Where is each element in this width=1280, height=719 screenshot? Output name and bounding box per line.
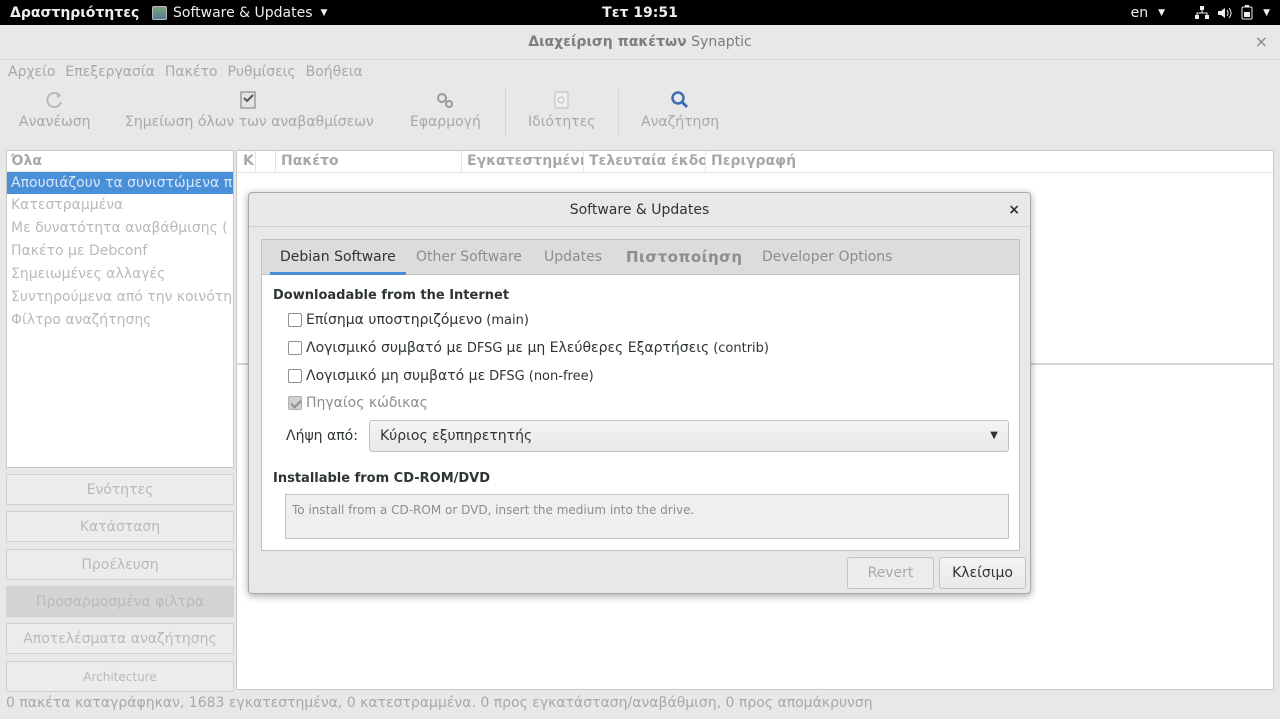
- main-checkbox[interactable]: Επίσημα υποστηριζόμενο (main): [288, 312, 529, 328]
- tab-developer-options[interactable]: Developer Options: [762, 240, 892, 275]
- chevron-down-icon: ▼: [990, 430, 998, 441]
- download-from-label: Λήψη από:: [286, 428, 358, 444]
- close-icon[interactable]: ×: [1255, 25, 1268, 59]
- app-menu[interactable]: Software & Updates ▼: [152, 5, 327, 21]
- system-tray[interactable]: en ▼ ▼: [1131, 0, 1270, 25]
- properties-icon: [554, 91, 569, 109]
- cdrom-hint: To install from a CD-ROM or DVD, insert …: [292, 503, 695, 517]
- origin-button[interactable]: Προέλευση: [6, 549, 234, 580]
- status-bar: 0 πακέτα καταγράφηκαν, 1683 εγκατεστημέν…: [6, 695, 873, 711]
- reload-button[interactable]: Ανανέωση: [19, 90, 90, 130]
- window-title: Διαχείριση πακέτων: [528, 34, 687, 50]
- volume-icon: [1218, 7, 1232, 18]
- filter-item[interactable]: Φίλτρο αναζήτησης: [7, 309, 233, 332]
- tab-bar: Debian Software Other Software Updates Π…: [262, 240, 1019, 275]
- menu-settings[interactable]: Ρυθμίσεις: [227, 64, 295, 80]
- downloadable-header: Downloadable from the Internet: [273, 288, 510, 303]
- download-server-select[interactable]: Κύριος εξυπηρετητής ▼: [369, 420, 1009, 452]
- chevron-down-icon: ▼: [1158, 7, 1166, 18]
- top-bar: Δραστηριότητες Software & Updates ▼ Τετ …: [0, 0, 1280, 25]
- search-button[interactable]: Αναζήτηση: [641, 90, 719, 130]
- search-results-button[interactable]: Αποτελέσματα αναζήτησης: [6, 623, 234, 654]
- status-button[interactable]: Κατάσταση: [6, 511, 234, 542]
- tab-debian-software[interactable]: Debian Software: [270, 240, 406, 275]
- sections-button[interactable]: Ενότητες: [6, 474, 234, 505]
- column-description[interactable]: Περιγραφή: [711, 153, 796, 169]
- close-button[interactable]: Κλείσιμο: [939, 557, 1026, 589]
- filter-item[interactable]: Με δυνατότητα αναβάθμισης (: [7, 217, 233, 240]
- gears-icon: [437, 93, 454, 108]
- chevron-down-icon: ▼: [320, 7, 328, 18]
- package-list-header: Κ Πακέτο Εγκατεστημένι Τελευταία έκδο Πε…: [237, 151, 1273, 173]
- column-package[interactable]: Πακέτο: [281, 153, 339, 169]
- tab-authentication[interactable]: Πιστοποίηση: [626, 240, 743, 275]
- network-icon: [1195, 5, 1210, 19]
- checkbox-box[interactable]: [288, 341, 302, 355]
- window-title-bar: Διαχείριση πακέτων Synaptic ×: [0, 25, 1280, 60]
- chevron-down-icon: ▼: [1263, 7, 1270, 18]
- menu-edit[interactable]: Επεξεργασία: [65, 64, 154, 80]
- toolbar-separator: [618, 88, 619, 138]
- app-menu-label: Software & Updates: [173, 4, 313, 21]
- window-title-app: Synaptic: [691, 34, 752, 50]
- cdrom-header: Installable from CD-ROM/DVD: [273, 471, 491, 486]
- mark-upgrades-icon: [240, 91, 256, 109]
- properties-button[interactable]: Ιδιότητες: [528, 90, 596, 130]
- checkbox-box[interactable]: [288, 369, 302, 383]
- column-installed[interactable]: Εγκατεστημένι: [467, 153, 583, 169]
- activities-button[interactable]: Δραστηριότητες: [0, 5, 152, 21]
- checkbox-box[interactable]: [288, 313, 302, 327]
- download-server-value: Κύριος εξυπηρετητής: [380, 428, 533, 444]
- nonfree-checkbox[interactable]: Λογισμικό μη συμβατό με DFSG (non-free): [288, 368, 594, 384]
- toolbar: Ανανέωση Σημείωση όλων των αναβαθμίσεων …: [0, 84, 1280, 150]
- column-status[interactable]: Κ: [243, 153, 254, 169]
- filter-item[interactable]: Σημειωμένες αλλαγές: [7, 263, 233, 286]
- source-code-checkbox[interactable]: Πηγαίος κώδικας: [288, 395, 428, 411]
- architecture-button[interactable]: Architecture: [6, 661, 234, 692]
- software-updates-icon: [152, 5, 167, 20]
- filter-item[interactable]: Συντηρούμενα από την κοινότη: [7, 286, 233, 309]
- filter-item[interactable]: Πακέτο με Debconf: [7, 240, 233, 263]
- reload-icon: [46, 92, 62, 109]
- column-latest[interactable]: Τελευταία έκδο: [589, 153, 705, 169]
- menu-help[interactable]: Βοήθεια: [306, 64, 363, 80]
- filter-item[interactable]: Απουσιάζουν τα συνιστώμενα π: [7, 172, 233, 194]
- search-icon: [671, 91, 689, 109]
- menubar: Αρχείο Επεξεργασία Πακέτο Ρυθμίσεις Βοήθ…: [0, 60, 1280, 84]
- tab-updates[interactable]: Updates: [544, 240, 602, 275]
- custom-filters-button[interactable]: Προσαρμοσμένα φίλτρα: [6, 586, 234, 617]
- tab-other-software[interactable]: Other Software: [416, 240, 522, 275]
- revert-button[interactable]: Revert: [847, 557, 934, 589]
- language-indicator[interactable]: en: [1131, 5, 1149, 21]
- apply-button[interactable]: Εφαρμογή: [410, 90, 481, 130]
- filter-item[interactable]: Κατεστραμμένα: [7, 194, 233, 217]
- dialog-title-bar: Software & Updates ×: [249, 193, 1030, 227]
- filter-list[interactable]: Όλα Απουσιάζουν τα συνιστώμενα π Κατεστρ…: [6, 150, 234, 468]
- menu-package[interactable]: Πακέτο: [165, 64, 218, 80]
- dialog-title: Software & Updates: [569, 202, 710, 218]
- menu-file[interactable]: Αρχείο: [8, 64, 55, 80]
- notebook: Debian Software Other Software Updates Π…: [261, 239, 1020, 551]
- cdrom-list[interactable]: To install from a CD-ROM or DVD, insert …: [285, 494, 1009, 539]
- battery-icon: [1241, 5, 1253, 20]
- contrib-checkbox[interactable]: Λογισμικό συμβατό με DFSG με μη Ελεύθερε…: [288, 340, 769, 356]
- software-updates-dialog: Software & Updates × Debian Software Oth…: [248, 192, 1031, 594]
- filter-list-header[interactable]: Όλα: [7, 151, 233, 172]
- toolbar-separator: [505, 88, 506, 138]
- close-icon[interactable]: ×: [1008, 193, 1020, 227]
- checkbox-box[interactable]: [288, 396, 302, 410]
- mark-all-upgrades-button[interactable]: Σημείωση όλων των αναβαθμίσεων: [125, 90, 374, 130]
